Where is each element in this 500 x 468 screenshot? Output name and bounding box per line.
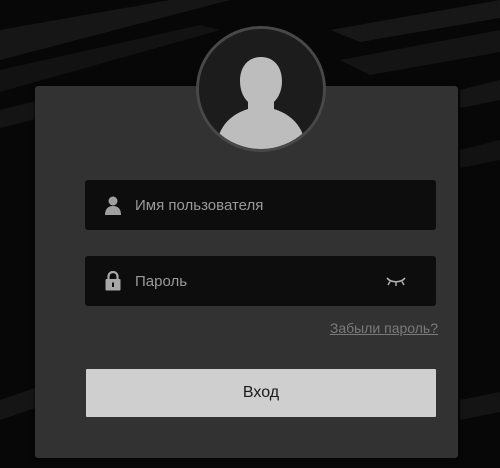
user-silhouette-icon: [196, 26, 326, 152]
login-page: Имя пользователя Пароль Забыли пароль? В…: [0, 0, 500, 468]
login-button[interactable]: Вход: [86, 369, 436, 417]
password-placeholder: Пароль: [135, 272, 188, 290]
username-field[interactable]: Имя пользователя: [85, 180, 436, 230]
eye-closed-icon[interactable]: [384, 274, 408, 288]
username-placeholder: Имя пользователя: [135, 196, 264, 214]
forgot-password-link[interactable]: Забыли пароль?: [300, 320, 438, 336]
lock-icon: [102, 270, 124, 292]
password-field[interactable]: Пароль: [85, 256, 436, 306]
user-icon: [102, 194, 124, 216]
